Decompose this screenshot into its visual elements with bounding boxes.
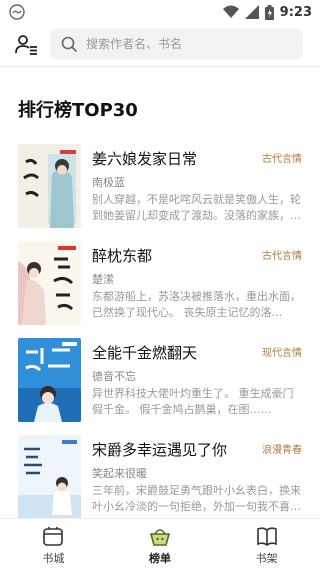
book-cover[interactable] [18, 144, 81, 228]
book-description: 三年前，宋爵鼓足勇气跟叶小幺表白，换来叶小幺冷淡的一句拒绝，外加一句我不喜欢…… [92, 484, 301, 513]
book-cover[interactable] [18, 435, 81, 519]
book-item[interactable]: 姜六娘发家日常 古代言情 南极蓝 别人穿越，不是叱咤风云就是笑傲人生，轮到她姜留… [0, 140, 320, 237]
genre-tag: 浪漫青春 [262, 445, 302, 456]
book-author: 笑起来很暖 [92, 467, 147, 480]
book-item[interactable]: 全能千金燃翻天 现代言情 德音不忘 异世界科技大佬叶灼重生了。 重生成豪门假千金… [0, 334, 320, 431]
bookshelf-icon [256, 527, 277, 546]
book-description: 别人穿越，不是叱咤风云就是笑傲人生，轮到她姜留儿却变成了渡劫。没落的家族，不…… [92, 193, 301, 222]
genre-tag: 古代言情 [262, 251, 302, 262]
bottom-tab-bar: 书城 榜单 书架 [0, 518, 320, 569]
book-title[interactable]: 全能千金燃翻天 [92, 342, 197, 363]
book-author: 南极蓝 [92, 176, 125, 189]
book-item[interactable]: 宋爵多幸运遇见了你 浪漫青春 笑起来很暖 三年前，宋爵鼓足勇气跟叶小幺表白，换来… [0, 431, 320, 528]
bookstore-icon [43, 527, 64, 546]
tab-bookshelf[interactable]: 书架 [213, 519, 320, 569]
tab-bookstore[interactable]: 书城 [0, 519, 107, 569]
book-description: 东都游船上，苏洛决被推落水，重出水面，已然换了现代心。 丧失原主记忆的洛决，…… [92, 290, 301, 319]
tab-label: 榜单 [149, 552, 171, 565]
page-title: 排行榜TOP30 [18, 100, 138, 121]
book-cover[interactable] [18, 338, 81, 422]
genre-tag: 古代言情 [262, 154, 302, 165]
tab-ranking[interactable]: 榜单 [107, 519, 214, 569]
battery-icon [264, 4, 274, 20]
status-bar: 9:23 [0, 0, 320, 24]
book-title[interactable]: 醉枕东都 [92, 245, 152, 266]
search-input[interactable] [84, 36, 303, 52]
genre-tag: 现代言情 [262, 348, 302, 359]
user-list-icon[interactable] [14, 32, 38, 56]
header-divider [0, 66, 320, 67]
clock: 9:23 [279, 4, 312, 20]
book-title[interactable]: 姜六娘发家日常 [92, 148, 197, 169]
wifi-icon [222, 5, 239, 18]
book-title[interactable]: 宋爵多幸运遇见了你 [92, 439, 227, 460]
ranking-list: 姜六娘发家日常 古代言情 南极蓝 别人穿越，不是叱咤风云就是笑傲人生，轮到她姜留… [0, 140, 320, 528]
tab-label: 书架 [255, 552, 278, 565]
top-bar [0, 24, 320, 64]
book-item[interactable]: 醉枕东都 古代言情 楚潆 东都游船上，苏洛决被推落水，重出水面，已然换了现代心。… [0, 237, 320, 334]
book-author: 德音不忘 [92, 370, 136, 383]
signal-icon [244, 5, 259, 19]
tab-label: 书城 [42, 552, 65, 565]
ranking-basket-icon [149, 529, 171, 546]
search-icon [61, 36, 77, 52]
book-author: 楚潆 [92, 273, 114, 286]
book-description: 异世界科技大佬叶灼重生了。 重生成豪门假千金。 假千金鸠占鹊巢，在图…… [92, 387, 294, 416]
search-bar[interactable] [50, 29, 303, 59]
book-cover[interactable] [18, 241, 81, 325]
app-notification-icon [9, 4, 25, 20]
